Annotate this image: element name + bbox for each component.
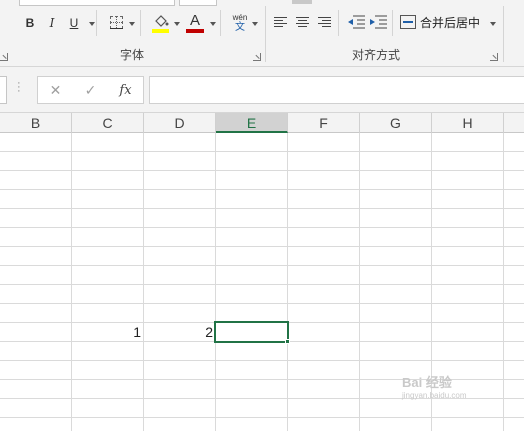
- gridline: [71, 133, 72, 431]
- divider: [220, 10, 221, 36]
- font-dialog-launcher-icon[interactable]: [253, 53, 261, 61]
- column-header-e[interactable]: E: [216, 113, 288, 133]
- gridline: [0, 284, 524, 285]
- gridline: [503, 133, 504, 431]
- border-icon[interactable]: [110, 16, 123, 29]
- column-header-g[interactable]: G: [360, 113, 432, 133]
- group-separator: [265, 6, 266, 62]
- gridline: [287, 133, 288, 431]
- border-dropdown-icon[interactable]: [129, 22, 135, 26]
- formula-bar: · · · ✕ ✓ fx: [0, 67, 524, 113]
- formula-buttons: ✕ ✓ fx: [37, 76, 144, 104]
- gridline: [0, 151, 524, 152]
- column-header-b[interactable]: B: [0, 113, 72, 133]
- gridline: [0, 227, 524, 228]
- phonetic-bottom-label: 文: [235, 22, 245, 33]
- divider: [338, 10, 339, 36]
- alignment-dialog-launcher-icon[interactable]: [490, 53, 498, 61]
- phonetic-dropdown-icon[interactable]: [252, 22, 258, 26]
- merge-center-icon[interactable]: [400, 15, 416, 29]
- fill-color-swatch: [152, 29, 169, 33]
- font-name-box[interactable]: [19, 0, 175, 6]
- alignment-top-button[interactable]: [292, 0, 312, 4]
- column-headers: B C D E F G H: [0, 113, 524, 133]
- watermark: Bai 经验 jingyan.baidu.com: [402, 372, 466, 400]
- gridline: [0, 417, 524, 418]
- gridline: [0, 360, 524, 361]
- column-header-h[interactable]: H: [432, 113, 504, 133]
- italic-button[interactable]: I: [44, 14, 60, 32]
- worksheet-grid[interactable]: 1 2 Bai 经验 jingyan.baidu.com: [0, 133, 524, 431]
- font-color-button[interactable]: A: [187, 12, 203, 29]
- gridline: [0, 246, 524, 247]
- insert-function-button[interactable]: fx: [108, 83, 143, 98]
- divider: [96, 10, 97, 36]
- phonetic-top-label: wén: [232, 13, 248, 22]
- active-cell-e[interactable]: [214, 321, 289, 343]
- gridline: [0, 189, 524, 190]
- gridline: [215, 133, 216, 431]
- font-group-label: 字体: [120, 48, 145, 62]
- column-header-d[interactable]: D: [144, 113, 216, 133]
- cancel-icon[interactable]: ✕: [38, 82, 73, 99]
- increase-indent-icon[interactable]: [369, 15, 387, 29]
- divider: [392, 10, 393, 36]
- enter-icon[interactable]: ✓: [73, 82, 108, 99]
- ribbon: B I U A wén 文 字体 合并后居中 对齐方式: [0, 0, 524, 67]
- cell-d-value[interactable]: 2: [144, 323, 215, 342]
- column-header-partial[interactable]: [504, 113, 524, 133]
- clipboard-dialog-launcher-icon[interactable]: [0, 53, 8, 61]
- formula-bar-grip-icon[interactable]: · · ·: [17, 78, 21, 97]
- divider: [140, 10, 141, 36]
- underline-button[interactable]: U: [66, 14, 82, 32]
- name-box[interactable]: [0, 76, 7, 104]
- cell-c-value[interactable]: 1: [72, 323, 143, 342]
- gridline: [359, 133, 360, 431]
- align-left-icon[interactable]: [274, 17, 287, 28]
- column-header-c[interactable]: C: [72, 113, 144, 133]
- gridline: [0, 265, 524, 266]
- merge-dropdown-icon[interactable]: [490, 22, 496, 26]
- underline-dropdown-icon[interactable]: [89, 22, 95, 26]
- decrease-indent-icon[interactable]: [347, 15, 365, 29]
- fill-color-icon[interactable]: [153, 14, 169, 28]
- gridline: [0, 208, 524, 209]
- font-color-swatch: [186, 29, 204, 33]
- gridline: [143, 133, 144, 431]
- gridline: [0, 170, 524, 171]
- gridline: [0, 303, 524, 304]
- merge-center-button[interactable]: 合并后居中: [420, 15, 480, 31]
- font-color-dropdown-icon[interactable]: [210, 22, 216, 26]
- column-header-f[interactable]: F: [288, 113, 360, 133]
- font-size-box[interactable]: [179, 0, 217, 6]
- bold-button[interactable]: B: [22, 14, 38, 32]
- align-center-icon[interactable]: [296, 17, 309, 28]
- alignment-group-label: 对齐方式: [352, 48, 401, 62]
- watermark-text: Bai 经验: [402, 375, 452, 390]
- group-separator: [503, 6, 504, 62]
- formula-input[interactable]: [149, 76, 524, 104]
- align-right-icon[interactable]: [318, 17, 331, 28]
- fill-color-dropdown-icon[interactable]: [174, 22, 180, 26]
- phonetic-guide-button[interactable]: wén 文: [229, 13, 251, 33]
- watermark-sub: jingyan.baidu.com: [402, 391, 467, 400]
- fill-handle[interactable]: [285, 339, 290, 344]
